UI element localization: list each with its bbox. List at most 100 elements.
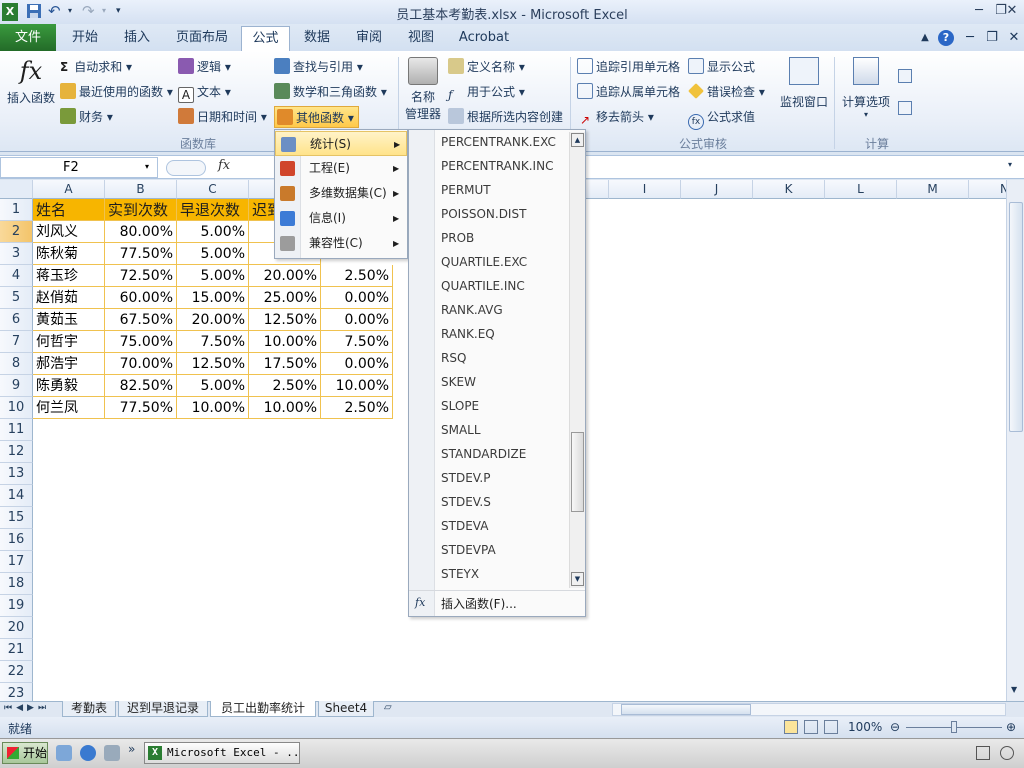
percentage-cell[interactable]: 72.50%	[105, 265, 177, 287]
function-item[interactable]: STDEVA	[441, 514, 488, 538]
expand-formula-bar-icon[interactable]: ▾	[1008, 160, 1012, 169]
employee-name-cell[interactable]: 陈勇毅	[33, 375, 105, 397]
calculate-sheet-icon[interactable]	[898, 101, 912, 115]
lookup-button[interactable]: 查找与引用 ▾	[274, 56, 363, 78]
row-header[interactable]: 2	[0, 221, 33, 243]
function-item[interactable]: STANDARDIZE	[441, 442, 526, 466]
sheet-tab[interactable]: 迟到早退记录	[118, 701, 208, 717]
workbook-restore-icon[interactable]: ❐	[982, 24, 1002, 51]
workbook-close-icon[interactable]: ✕	[1004, 24, 1024, 51]
start-button[interactable]: 开始	[2, 742, 48, 764]
column-header[interactable]: L	[825, 180, 897, 199]
employee-name-cell[interactable]: 何兰凤	[33, 397, 105, 419]
percentage-cell[interactable]: 5.00%	[177, 265, 249, 287]
tab-review[interactable]: 审阅	[344, 24, 394, 51]
more-functions-item[interactable]: 统计(S) ▶	[275, 131, 407, 156]
table-header-cell[interactable]: 姓名	[33, 199, 105, 221]
calculate-now-icon[interactable]	[898, 69, 912, 83]
percentage-cell[interactable]: 25.00%	[249, 287, 321, 309]
recent-functions-button[interactable]: 最近使用的函数 ▾	[60, 81, 173, 103]
function-item[interactable]: STDEV.P	[441, 466, 490, 490]
row-header[interactable]: 21	[0, 639, 33, 661]
sheet-tab[interactable]: 员工出勤率统计	[210, 701, 316, 717]
row-header[interactable]: 6	[0, 309, 33, 331]
zoom-level[interactable]: 100%	[848, 720, 882, 734]
employee-name-cell[interactable]: 陈秋菊	[33, 243, 105, 265]
row-header[interactable]: 7	[0, 331, 33, 353]
evaluate-formula-button[interactable]: fx 公式求值	[688, 106, 755, 130]
percentage-cell[interactable]: 20.00%	[177, 309, 249, 331]
column-header[interactable]: B	[105, 180, 177, 199]
column-header[interactable]: C	[177, 180, 249, 199]
row-header[interactable]: 5	[0, 287, 33, 309]
new-sheet-icon[interactable]: ▱	[384, 702, 402, 716]
logical-button[interactable]: 逻辑 ▾	[178, 56, 231, 78]
row-header[interactable]: 9	[0, 375, 33, 397]
vertical-scroll-thumb[interactable]	[1009, 202, 1023, 432]
trace-precedents-button[interactable]: 追踪引用单元格	[577, 56, 680, 78]
ie-icon[interactable]	[80, 745, 96, 761]
percentage-cell[interactable]: 2.50%	[249, 375, 321, 397]
help-icon[interactable]: ?	[936, 24, 956, 51]
text-button[interactable]: A 文本 ▾	[178, 81, 231, 103]
page-layout-view-icon[interactable]	[804, 720, 818, 734]
function-item[interactable]: SMALL	[441, 418, 481, 442]
tab-file[interactable]: 文件	[0, 24, 56, 51]
list-scroll-thumb[interactable]	[571, 432, 584, 512]
tab-home[interactable]: 开始	[60, 24, 110, 51]
collapse-ribbon-icon[interactable]: ▲	[918, 24, 932, 51]
percentage-cell[interactable]: 10.00%	[249, 331, 321, 353]
row-header[interactable]: 17	[0, 551, 33, 573]
percentage-cell[interactable]: 82.50%	[105, 375, 177, 397]
page-break-view-icon[interactable]	[824, 720, 838, 734]
tab-insert[interactable]: 插入	[112, 24, 162, 51]
table-header-cell[interactable]: 早退次数	[177, 199, 249, 221]
percentage-cell[interactable]: 17.50%	[249, 353, 321, 375]
employee-name-cell[interactable]: 黄茹玉	[33, 309, 105, 331]
calc-options-button[interactable]: 计算选项 ▾	[838, 57, 894, 127]
function-item[interactable]: QUARTILE.INC	[441, 274, 525, 298]
table-header-cell[interactable]: 实到次数	[105, 199, 177, 221]
row-header[interactable]: 22	[0, 661, 33, 683]
sheet-tab[interactable]: Sheet4	[318, 701, 374, 717]
percentage-cell[interactable]: 7.50%	[177, 331, 249, 353]
sheet-tab[interactable]: 考勤表	[62, 701, 116, 717]
percentage-cell[interactable]: 0.00%	[321, 309, 393, 331]
function-item[interactable]: PERCENTRANK.EXC	[441, 130, 556, 154]
autosum-button[interactable]: Σ 自动求和 ▾	[60, 56, 132, 78]
quicklaunch-more-icon[interactable]: »	[128, 742, 135, 756]
percentage-cell[interactable]: 7.50%	[321, 331, 393, 353]
employee-name-cell[interactable]: 刘风义	[33, 221, 105, 243]
employee-name-cell[interactable]: 赵俏茹	[33, 287, 105, 309]
employee-name-cell[interactable]: 蒋玉珍	[33, 265, 105, 287]
horizontal-scroll-thumb[interactable]	[621, 704, 751, 715]
column-header[interactable]: M	[897, 180, 969, 199]
list-scroll-down-icon[interactable]: ▼	[571, 572, 584, 586]
row-header[interactable]: 16	[0, 529, 33, 551]
name-box[interactable]: F2 ▾	[0, 157, 158, 178]
list-scroll-up-icon[interactable]: ▲	[571, 133, 584, 147]
row-header[interactable]: 13	[0, 463, 33, 485]
row-header[interactable]: 19	[0, 595, 33, 617]
row-header[interactable]: 1	[0, 199, 33, 221]
show-formulas-button[interactable]: 显示公式	[688, 56, 755, 78]
row-header[interactable]: 15	[0, 507, 33, 529]
row-header[interactable]: 4	[0, 265, 33, 287]
percentage-cell[interactable]: 80.00%	[105, 221, 177, 243]
column-header[interactable]: K	[753, 180, 825, 199]
scroll-down-icon[interactable]: ▼	[1011, 685, 1017, 694]
workbook-minimize-icon[interactable]: ─	[960, 24, 980, 51]
tab-page-layout[interactable]: 页面布局	[165, 24, 239, 51]
employee-name-cell[interactable]: 郝浩宇	[33, 353, 105, 375]
define-name-button[interactable]: 定义名称 ▾	[448, 56, 525, 78]
horizontal-scrollbar[interactable]	[612, 703, 1006, 716]
function-item[interactable]: PERMUT	[441, 178, 491, 202]
row-header[interactable]: 10	[0, 397, 33, 419]
more-functions-item[interactable]: 工程(E) ▶	[275, 156, 407, 181]
percentage-cell[interactable]: 5.00%	[177, 221, 249, 243]
percentage-cell[interactable]: 77.50%	[105, 243, 177, 265]
percentage-cell[interactable]: 77.50%	[105, 397, 177, 419]
trace-dependents-button[interactable]: 追踪从属单元格	[577, 81, 680, 103]
more-functions-item[interactable]: 多维数据集(C) ▶	[275, 181, 407, 206]
quicklaunch-desktop-icon[interactable]	[56, 745, 72, 761]
